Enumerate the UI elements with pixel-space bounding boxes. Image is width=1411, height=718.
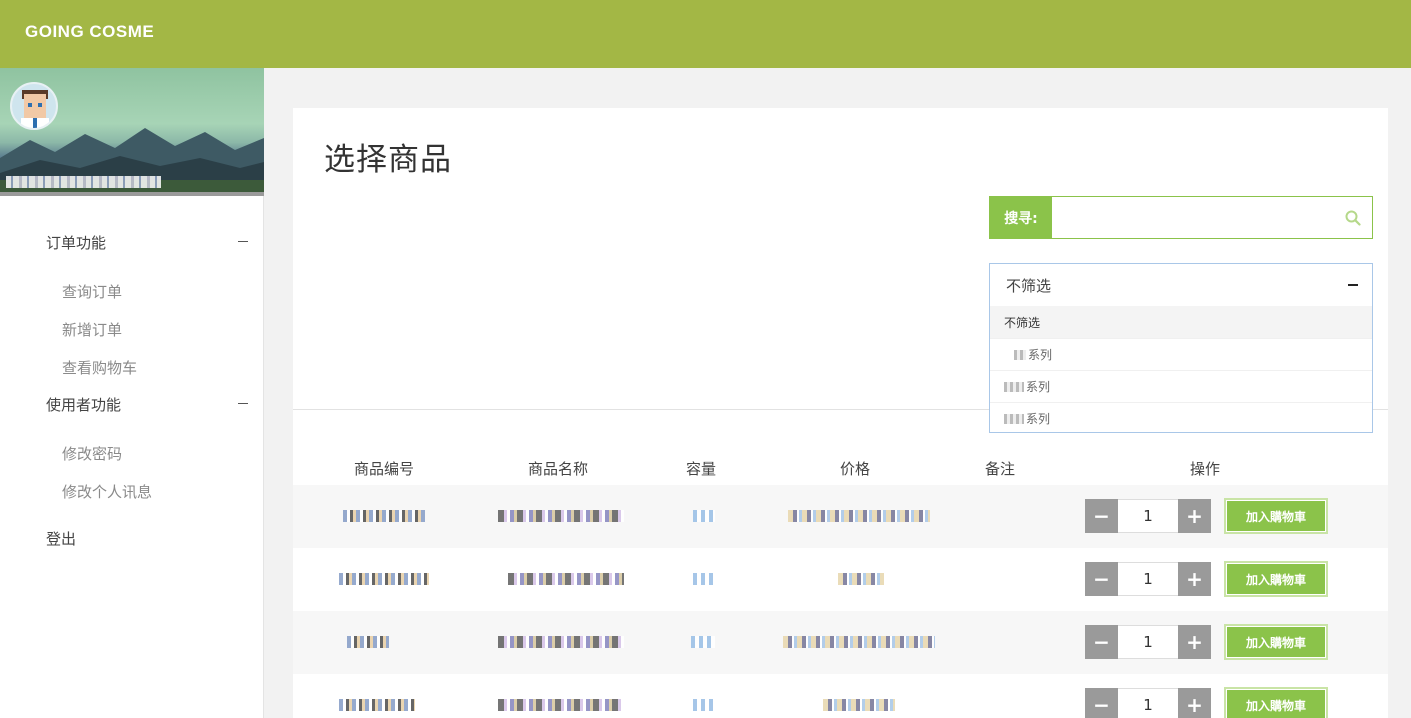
redacted-cell (339, 573, 429, 585)
redacted-cell (691, 636, 715, 648)
filter-option-label: 系列 (1026, 380, 1051, 394)
increment-button[interactable]: + (1178, 625, 1211, 659)
quantity-stepper: − + (1085, 688, 1211, 718)
menu-group-label: 使用者功能 (46, 395, 122, 414)
search-icon[interactable] (1334, 197, 1372, 238)
sidebar-item-edit-profile[interactable]: 修改个人讯息 (0, 472, 264, 510)
redacted-cell (508, 573, 624, 585)
redacted-cell (783, 636, 935, 648)
redacted-cell (823, 699, 895, 711)
redacted-text (1014, 349, 1026, 360)
increment-button[interactable]: + (1178, 499, 1211, 533)
table-header: 商品编号 商品名称 容量 价格 备注 操作 (293, 446, 1388, 486)
redacted-cell (838, 573, 884, 585)
column-header-price: 价格 (840, 460, 871, 478)
filter-selected[interactable]: 不筛选 (990, 264, 1372, 306)
search-label: 搜寻: (990, 197, 1052, 238)
menu-group-orders[interactable]: 订单功能 (0, 228, 264, 256)
sidebar-item-new-order[interactable]: 新增订单 (0, 310, 264, 348)
filter-option-label: 系列 (1026, 412, 1051, 426)
brand-logo[interactable]: GOING COSME (25, 22, 154, 42)
sidebar-item-change-password[interactable]: 修改密码 (0, 434, 264, 472)
sidebar: 订单功能 查询订单 新增订单 查看购物车 使用者功能 修改密码 修改个人讯息 登… (0, 68, 264, 718)
redacted-cell (498, 636, 624, 648)
quantity-input[interactable] (1118, 562, 1178, 596)
decrement-button[interactable]: − (1085, 688, 1118, 718)
add-to-cart-button[interactable]: 加入購物車 (1224, 624, 1328, 660)
filter-selected-label: 不筛选 (1006, 276, 1052, 295)
filter-option[interactable]: 系列 (990, 338, 1372, 370)
table-row: − + 加入購物車 (293, 674, 1388, 718)
decrement-button[interactable]: − (1085, 499, 1118, 533)
collapse-minus-icon[interactable] (238, 403, 248, 404)
logout-label: 登出 (46, 529, 77, 548)
filter-option[interactable]: 系列 (990, 370, 1372, 402)
quantity-stepper: − + (1085, 562, 1211, 596)
increment-button[interactable]: + (1178, 688, 1211, 718)
column-header-id: 商品编号 (354, 460, 415, 478)
redacted-cell (343, 510, 425, 522)
collapse-dash-icon[interactable] (1348, 284, 1358, 286)
table-row: − + 加入購物車 (293, 485, 1388, 548)
search-bar: 搜寻: (989, 196, 1373, 239)
top-header: GOING COSME (0, 0, 1411, 68)
quantity-input[interactable] (1118, 625, 1178, 659)
column-header-name: 商品名称 (528, 460, 589, 478)
table-row: − + 加入購物車 (293, 611, 1388, 674)
filter-dropdown[interactable]: 不筛选 不筛选 系列 系列 系列 (989, 263, 1373, 433)
quantity-input[interactable] (1118, 688, 1178, 718)
main-panel: 选择商品 搜寻: 不筛选 不筛选 系列 系列 系列 商品编号 商品名称 容量 价… (293, 108, 1388, 718)
username-redacted (6, 176, 161, 188)
menu-group-label: 订单功能 (46, 233, 107, 252)
add-to-cart-button[interactable]: 加入購物車 (1224, 561, 1328, 597)
sidebar-item-query-orders[interactable]: 查询订单 (0, 272, 264, 310)
redacted-cell (693, 699, 715, 711)
redacted-cell (498, 510, 624, 522)
filter-option[interactable]: 不筛选 (990, 306, 1372, 338)
redacted-text (1004, 381, 1024, 392)
redacted-cell (788, 510, 930, 522)
sidebar-menu: 订单功能 查询订单 新增订单 查看购物车 使用者功能 修改密码 修改个人讯息 登… (0, 228, 264, 552)
collapse-minus-icon[interactable] (238, 241, 248, 242)
increment-button[interactable]: + (1178, 562, 1211, 596)
filter-option-label: 不筛选 (1004, 315, 1041, 330)
avatar[interactable] (10, 82, 58, 130)
search-input[interactable] (1052, 197, 1334, 238)
column-header-actions: 操作 (1190, 460, 1221, 478)
menu-group-user[interactable]: 使用者功能 (0, 390, 264, 418)
add-to-cart-button[interactable]: 加入購物車 (1224, 498, 1328, 534)
page-title: 选择商品 (324, 142, 452, 178)
profile-banner (0, 68, 264, 196)
decrement-button[interactable]: − (1085, 625, 1118, 659)
add-to-cart-button[interactable]: 加入購物車 (1224, 687, 1328, 718)
decrement-button[interactable]: − (1085, 562, 1118, 596)
column-header-notes: 备注 (985, 460, 1016, 478)
quantity-stepper: − + (1085, 625, 1211, 659)
sidebar-item-view-cart[interactable]: 查看购物车 (0, 348, 264, 386)
redacted-cell (693, 510, 715, 522)
quantity-input[interactable] (1118, 499, 1178, 533)
redacted-cell (339, 699, 415, 711)
column-header-capacity: 容量 (686, 460, 717, 478)
redacted-cell (693, 573, 715, 585)
filter-option-label: 系列 (1028, 348, 1053, 362)
redacted-cell (347, 636, 389, 648)
filter-option[interactable]: 系列 (990, 402, 1372, 434)
redacted-text (1004, 413, 1024, 424)
logout-link[interactable]: 登出 (0, 524, 264, 552)
quantity-stepper: − + (1085, 499, 1211, 533)
redacted-cell (498, 699, 624, 711)
table-row: − + 加入購物車 (293, 548, 1388, 611)
